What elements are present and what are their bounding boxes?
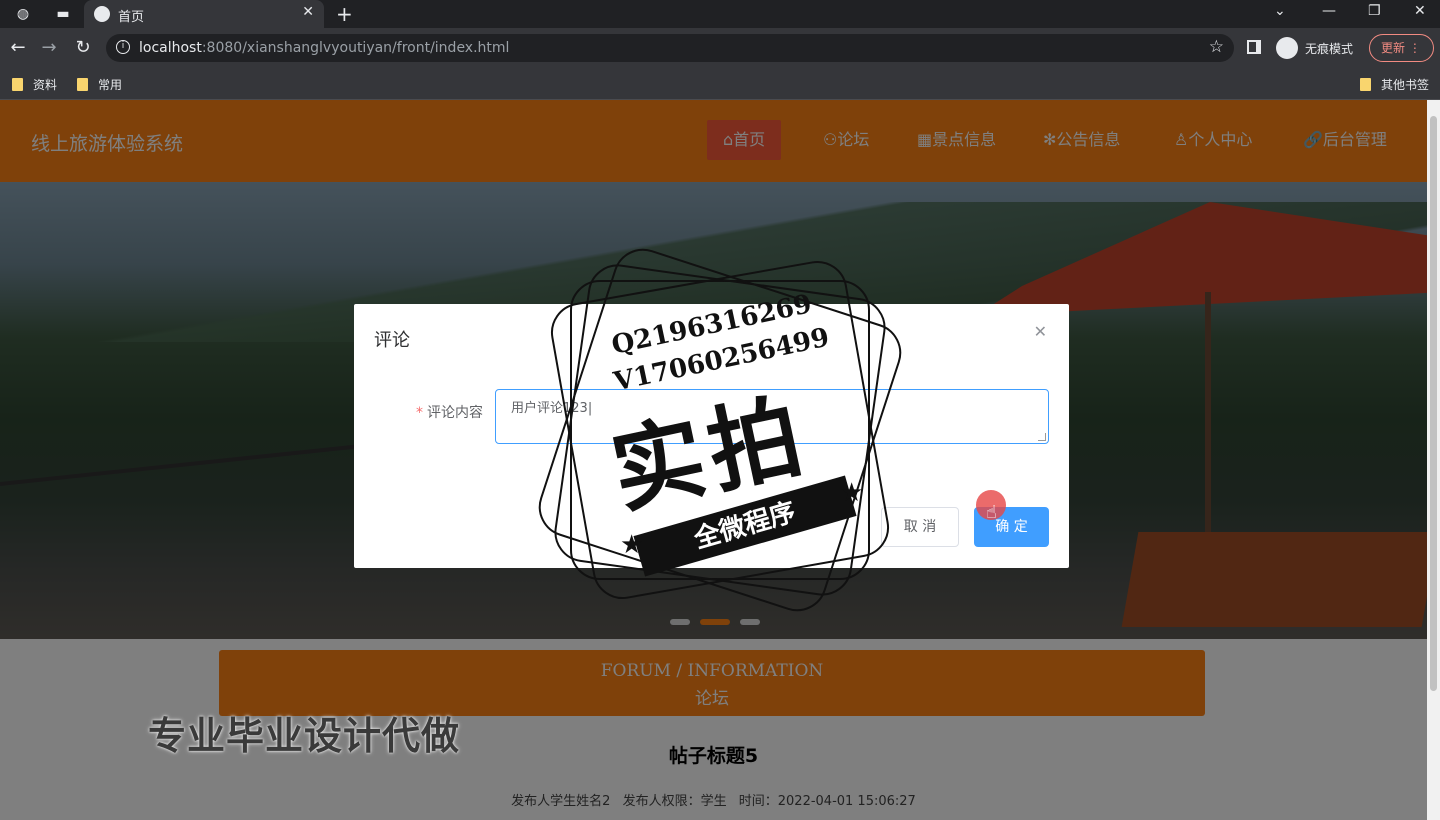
chevron-down-icon[interactable]: ⌄ <box>1274 3 1286 19</box>
bookmarks-bar: 资料 常用 其他书签 <box>0 68 1440 100</box>
bookmark-folder-changyong[interactable]: 常用 <box>77 76 122 93</box>
other-bookmarks[interactable]: 其他书签 <box>1360 76 1429 93</box>
hand-cursor-icon: ☝ <box>986 502 997 523</box>
incognito-label: 无痕模式 <box>1305 42 1354 56</box>
window-close-icon[interactable]: ✕ <box>1414 3 1426 19</box>
comment-label: * 评论内容 <box>416 405 483 421</box>
reload-icon[interactable]: ↻ <box>72 37 94 58</box>
resize-handle-icon[interactable] <box>1038 433 1046 441</box>
address-bar[interactable]: i localhost:8080/xianshanglvyoutiyan/fro… <box>106 34 1234 62</box>
new-tab-button[interactable]: + <box>336 2 353 26</box>
forward-icon[interactable]: → <box>38 37 60 58</box>
back-icon[interactable]: ← <box>7 37 29 58</box>
browser-tab[interactable]: 首页 ✕ <box>84 0 324 28</box>
minimize-icon[interactable]: — <box>1322 3 1336 19</box>
side-panel-icon[interactable] <box>1247 40 1261 54</box>
cancel-button[interactable]: 取 消 <box>881 507 959 547</box>
tab-list-icon[interactable]: ▬ <box>54 5 72 23</box>
tab-title: 首页 <box>118 10 145 25</box>
browser-toolbar: ← → ↻ i localhost:8080/xianshanglvyoutiy… <box>0 28 1440 68</box>
close-icon[interactable]: ✕ <box>1034 322 1047 341</box>
close-icon[interactable]: ✕ <box>302 4 314 20</box>
globe-icon[interactable]: ◍ <box>14 5 32 23</box>
bookmark-folder-ziliao[interactable]: 资料 <box>12 76 57 93</box>
update-button[interactable]: 更新 ⋮ <box>1369 34 1434 62</box>
folder-icon <box>1360 78 1371 91</box>
bookmark-star-icon[interactable]: ☆ <box>1209 37 1224 57</box>
browser-tabstrip: ◍ ▬ 首页 ✕ + ⌄ — ❐ ✕ <box>0 0 1440 28</box>
folder-icon <box>77 78 88 91</box>
restore-icon[interactable]: ❐ <box>1368 3 1381 19</box>
comment-dialog: 评论 ✕ * 评论内容 用户评论123| 取 消 确 定 <box>354 304 1069 568</box>
globe-icon <box>94 6 110 22</box>
scrollbar-thumb[interactable] <box>1430 116 1437 691</box>
comment-textarea[interactable]: 用户评论123| <box>495 389 1049 444</box>
incognito-icon <box>1276 37 1298 59</box>
info-icon[interactable]: i <box>116 40 130 54</box>
page-scrollbar[interactable] <box>1427 100 1440 820</box>
folder-icon <box>12 78 23 91</box>
url-text: localhost:8080/xianshanglvyoutiyan/front… <box>139 40 510 56</box>
dialog-title: 评论 <box>374 330 410 351</box>
watermark-side-text: 专业毕业设计代做 <box>148 714 461 758</box>
